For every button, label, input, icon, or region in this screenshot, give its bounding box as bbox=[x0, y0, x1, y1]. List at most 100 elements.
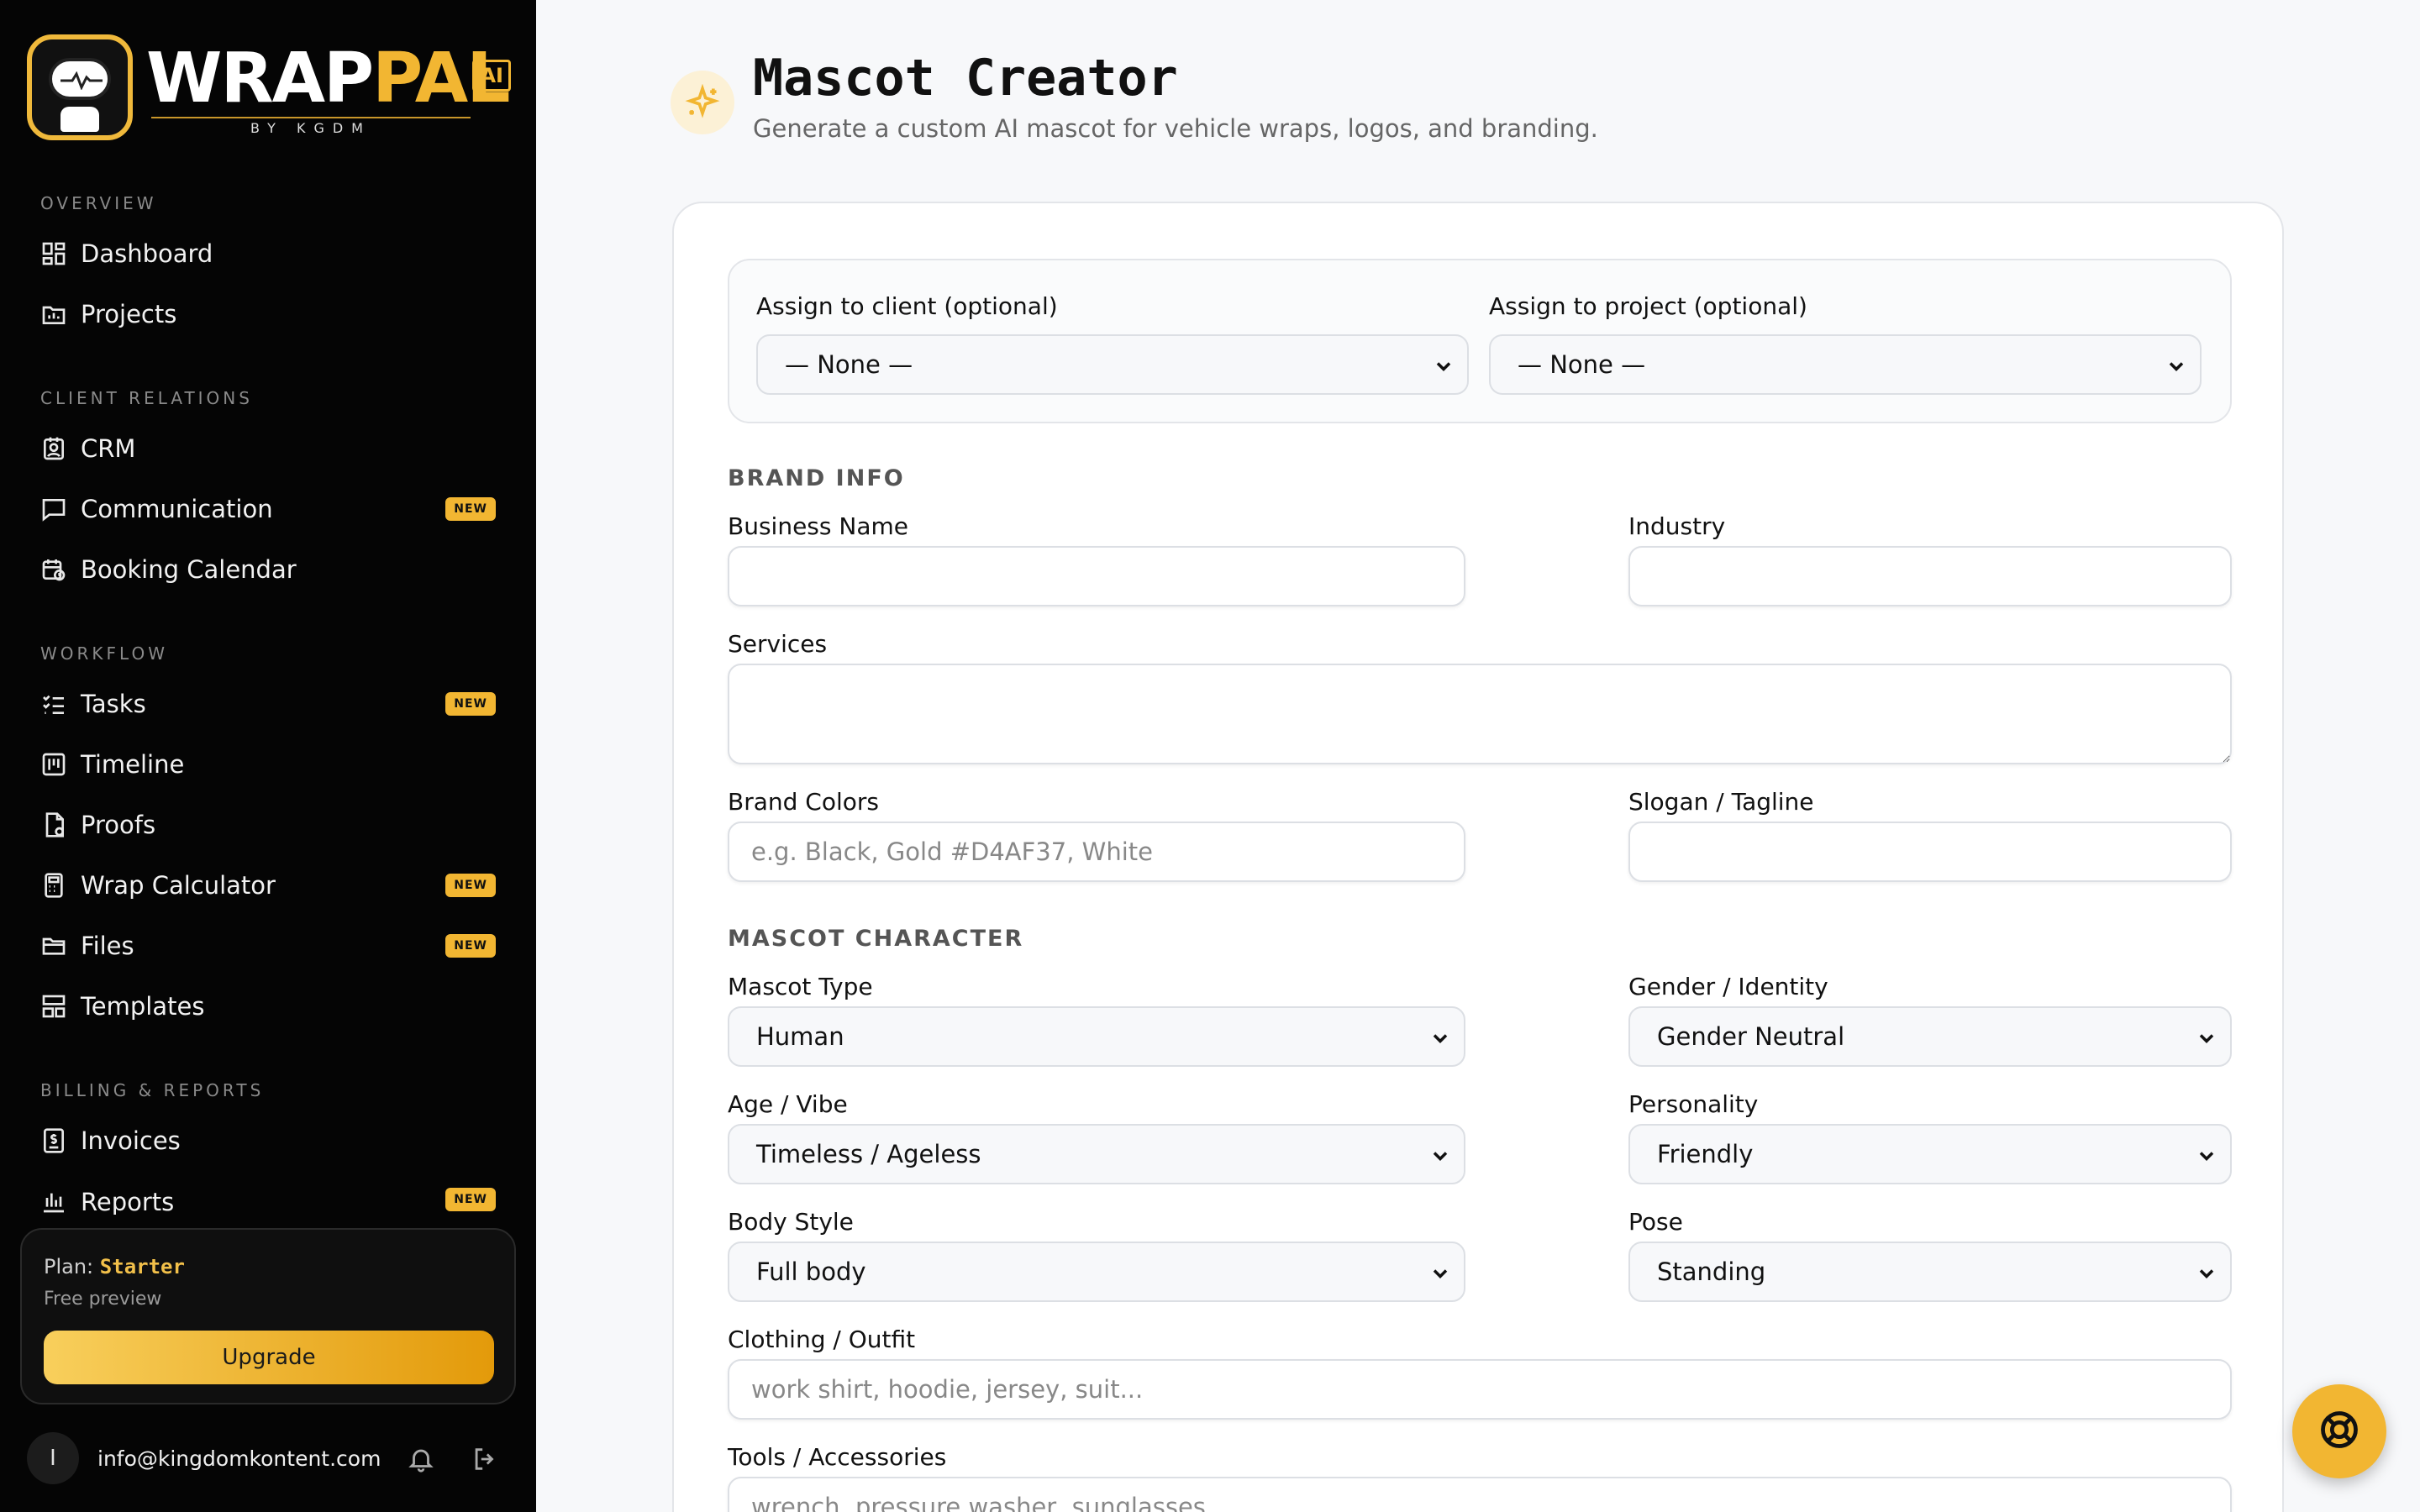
new-badge: NEW bbox=[445, 874, 496, 897]
industry-label: Industry bbox=[1628, 512, 1726, 540]
sidebar-item-reports[interactable]: Reports NEW bbox=[40, 1176, 496, 1215]
chevron-down-icon bbox=[2165, 354, 2188, 384]
sidebar-item-label: Files bbox=[81, 932, 134, 960]
mascot-form-card: Assign to client (optional) — None — Ass… bbox=[672, 202, 2284, 1512]
projects-icon bbox=[40, 301, 67, 328]
tools-input[interactable] bbox=[728, 1477, 2232, 1512]
sidebar-item-label: Booking Calendar bbox=[81, 555, 297, 584]
sidebar-item-invoices[interactable]: Invoices bbox=[40, 1116, 496, 1166]
nav-section-billing-reports: BILLING & REPORTS bbox=[40, 1080, 265, 1100]
page-title: Mascot Creator bbox=[753, 49, 1178, 108]
help-button[interactable] bbox=[2292, 1384, 2386, 1478]
clothing-label: Clothing / Outfit bbox=[728, 1326, 916, 1353]
mascot-character-heading: MASCOT CHARACTER bbox=[728, 926, 1024, 952]
sidebar-item-projects[interactable]: Projects bbox=[40, 289, 496, 339]
industry-input[interactable] bbox=[1628, 546, 2232, 606]
chevron-down-icon bbox=[1428, 1144, 1452, 1173]
sidebar-item-proofs[interactable]: Proofs bbox=[40, 800, 496, 850]
mascot-type-select[interactable]: Human bbox=[728, 1006, 1465, 1067]
clothing-input[interactable] bbox=[728, 1359, 2232, 1420]
logout-icon[interactable] bbox=[471, 1445, 499, 1473]
age-select[interactable]: Timeless / Ageless bbox=[728, 1124, 1465, 1184]
plan-name: Starter bbox=[99, 1255, 185, 1278]
new-badge: NEW bbox=[445, 934, 496, 958]
plan-card: Plan: Starter Free preview Upgrade bbox=[20, 1228, 516, 1404]
logo-wordmark: WRAPPAL bbox=[146, 39, 510, 118]
assign-project-select[interactable]: — None — bbox=[1489, 334, 2202, 395]
folder-icon bbox=[40, 932, 67, 959]
calculator-icon bbox=[40, 872, 67, 899]
assign-project-label: Assign to project (optional) bbox=[1489, 292, 1807, 320]
gender-label: Gender / Identity bbox=[1628, 973, 1828, 1000]
user-row: I info@kingdomkontent.com bbox=[27, 1431, 506, 1485]
timeline-icon bbox=[40, 751, 67, 778]
select-value: Human bbox=[756, 1022, 844, 1051]
business-name-input[interactable] bbox=[728, 546, 1465, 606]
select-value: Friendly bbox=[1657, 1140, 1754, 1168]
new-badge: NEW bbox=[445, 1188, 496, 1211]
chat-icon bbox=[40, 496, 67, 522]
assign-client-label: Assign to client (optional) bbox=[756, 292, 1058, 320]
new-badge: NEW bbox=[445, 692, 496, 716]
select-value: Gender Neutral bbox=[1657, 1022, 1845, 1051]
calendar-icon bbox=[40, 556, 67, 583]
sidebar-item-tasks[interactable]: Tasks NEW bbox=[40, 679, 496, 729]
tasks-icon bbox=[40, 690, 67, 717]
plan-subtitle: Free preview bbox=[44, 1289, 162, 1310]
templates-icon bbox=[40, 993, 67, 1020]
chevron-down-icon bbox=[1428, 1026, 1452, 1056]
assign-client-select[interactable]: — None — bbox=[756, 334, 1469, 395]
pose-label: Pose bbox=[1628, 1208, 1683, 1236]
sidebar-item-timeline[interactable]: Timeline bbox=[40, 739, 496, 790]
chevron-down-icon bbox=[1432, 354, 1455, 384]
new-badge: NEW bbox=[445, 497, 496, 521]
pose-select[interactable]: Standing bbox=[1628, 1242, 2232, 1302]
main-content: Mascot Creator Generate a custom AI masc… bbox=[536, 0, 2420, 1512]
body-style-select[interactable]: Full body bbox=[728, 1242, 1465, 1302]
sidebar-item-label: Invoices bbox=[81, 1126, 181, 1155]
reports-icon bbox=[40, 1188, 67, 1215]
sidebar-item-crm[interactable]: CRM bbox=[40, 423, 496, 474]
personality-select[interactable]: Friendly bbox=[1628, 1124, 2232, 1184]
nav-section-overview: OVERVIEW bbox=[40, 193, 157, 213]
sidebar-item-label: Proofs bbox=[81, 811, 156, 839]
services-label: Services bbox=[728, 630, 828, 658]
gender-select[interactable]: Gender Neutral bbox=[1628, 1006, 2232, 1067]
slogan-input[interactable] bbox=[1628, 822, 2232, 882]
select-value: — None — bbox=[785, 350, 913, 379]
chevron-down-icon bbox=[2195, 1262, 2218, 1291]
sidebar-item-label: Reports bbox=[81, 1188, 175, 1215]
sidebar-item-booking-calendar[interactable]: Booking Calendar bbox=[40, 544, 496, 595]
slogan-label: Slogan / Tagline bbox=[1628, 788, 1814, 816]
nav-section-client-relations: CLIENT RELATIONS bbox=[40, 388, 253, 408]
services-textarea[interactable] bbox=[728, 664, 2232, 764]
brand-colors-label: Brand Colors bbox=[728, 788, 879, 816]
sidebar-item-communication[interactable]: Communication NEW bbox=[40, 484, 496, 534]
user-email: info@kingdomkontent.com bbox=[97, 1446, 381, 1471]
personality-label: Personality bbox=[1628, 1090, 1759, 1118]
sidebar-item-label: Timeline bbox=[81, 750, 185, 779]
mascot-type-label: Mascot Type bbox=[728, 973, 873, 1000]
avatar[interactable]: I bbox=[27, 1432, 79, 1484]
robot-mascot-icon bbox=[27, 34, 133, 140]
bell-icon[interactable] bbox=[407, 1445, 435, 1473]
assign-box: Assign to client (optional) — None — Ass… bbox=[728, 259, 2232, 423]
nav-section-workflow: WORKFLOW bbox=[40, 643, 168, 664]
select-value: Standing bbox=[1657, 1257, 1766, 1286]
sparkle-icon bbox=[671, 71, 734, 134]
dashboard-icon bbox=[40, 240, 67, 267]
chevron-down-icon bbox=[2195, 1144, 2218, 1173]
select-value: — None — bbox=[1518, 350, 1646, 379]
sidebar-item-label: CRM bbox=[81, 434, 136, 463]
sidebar-item-templates[interactable]: Templates bbox=[40, 981, 496, 1032]
sidebar-item-label: Dashboard bbox=[81, 239, 213, 268]
sidebar-item-wrap-calculator[interactable]: Wrap Calculator NEW bbox=[40, 860, 496, 911]
business-name-label: Business Name bbox=[728, 512, 908, 540]
body-style-label: Body Style bbox=[728, 1208, 854, 1236]
wrappal-logo[interactable]: WRAPPAL AI BY KGDM bbox=[27, 29, 511, 146]
sidebar-item-files[interactable]: Files NEW bbox=[40, 921, 496, 971]
upgrade-button[interactable]: Upgrade bbox=[44, 1331, 494, 1384]
logo-subtitle: BY KGDM bbox=[151, 117, 471, 136]
brand-colors-input[interactable] bbox=[728, 822, 1465, 882]
sidebar-item-dashboard[interactable]: Dashboard bbox=[40, 228, 496, 279]
